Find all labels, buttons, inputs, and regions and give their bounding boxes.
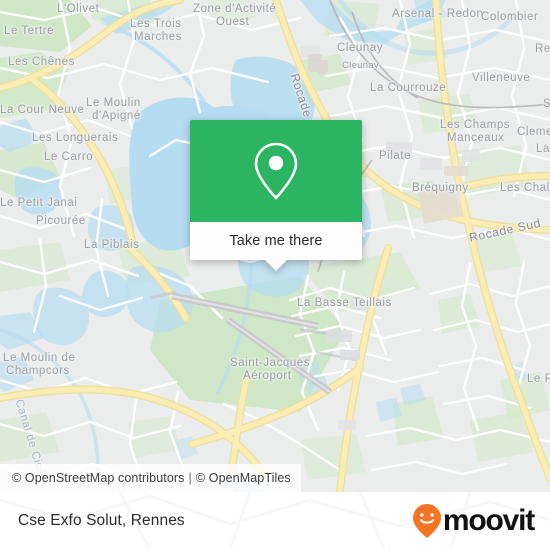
map-pin-icon [254, 142, 298, 200]
map-canvas[interactable]: L'Olivet Les Trois Marches Zone d'Activité O… [0, 0, 550, 492]
attribution-osm[interactable]: © OpenStreetMap contributors [12, 471, 185, 485]
popup-action-bar[interactable]: Take me there [190, 222, 362, 271]
footer-bar: Cse Exfo Solut, Rennes moovit [0, 492, 550, 550]
moovit-smiley-pin-icon [412, 504, 441, 538]
location-popup[interactable]: Take me there [190, 120, 362, 271]
attribution-tiles[interactable]: © OpenMapTiles [196, 471, 291, 485]
popup-pointer-tail [265, 260, 287, 271]
location-title: Cse Exfo Solut, Rennes [18, 512, 185, 529]
attribution-separator: | [188, 471, 192, 485]
take-me-there-label: Take me there [229, 233, 323, 249]
map-attribution: © OpenStreetMap contributors | © OpenMap… [0, 464, 301, 492]
map-page: L'Olivet Les Trois Marches Zone d'Activité O… [0, 0, 550, 550]
moovit-wordmark: moovit [442, 504, 535, 537]
popup-image [190, 120, 362, 222]
moovit-logo[interactable]: moovit [412, 503, 535, 539]
